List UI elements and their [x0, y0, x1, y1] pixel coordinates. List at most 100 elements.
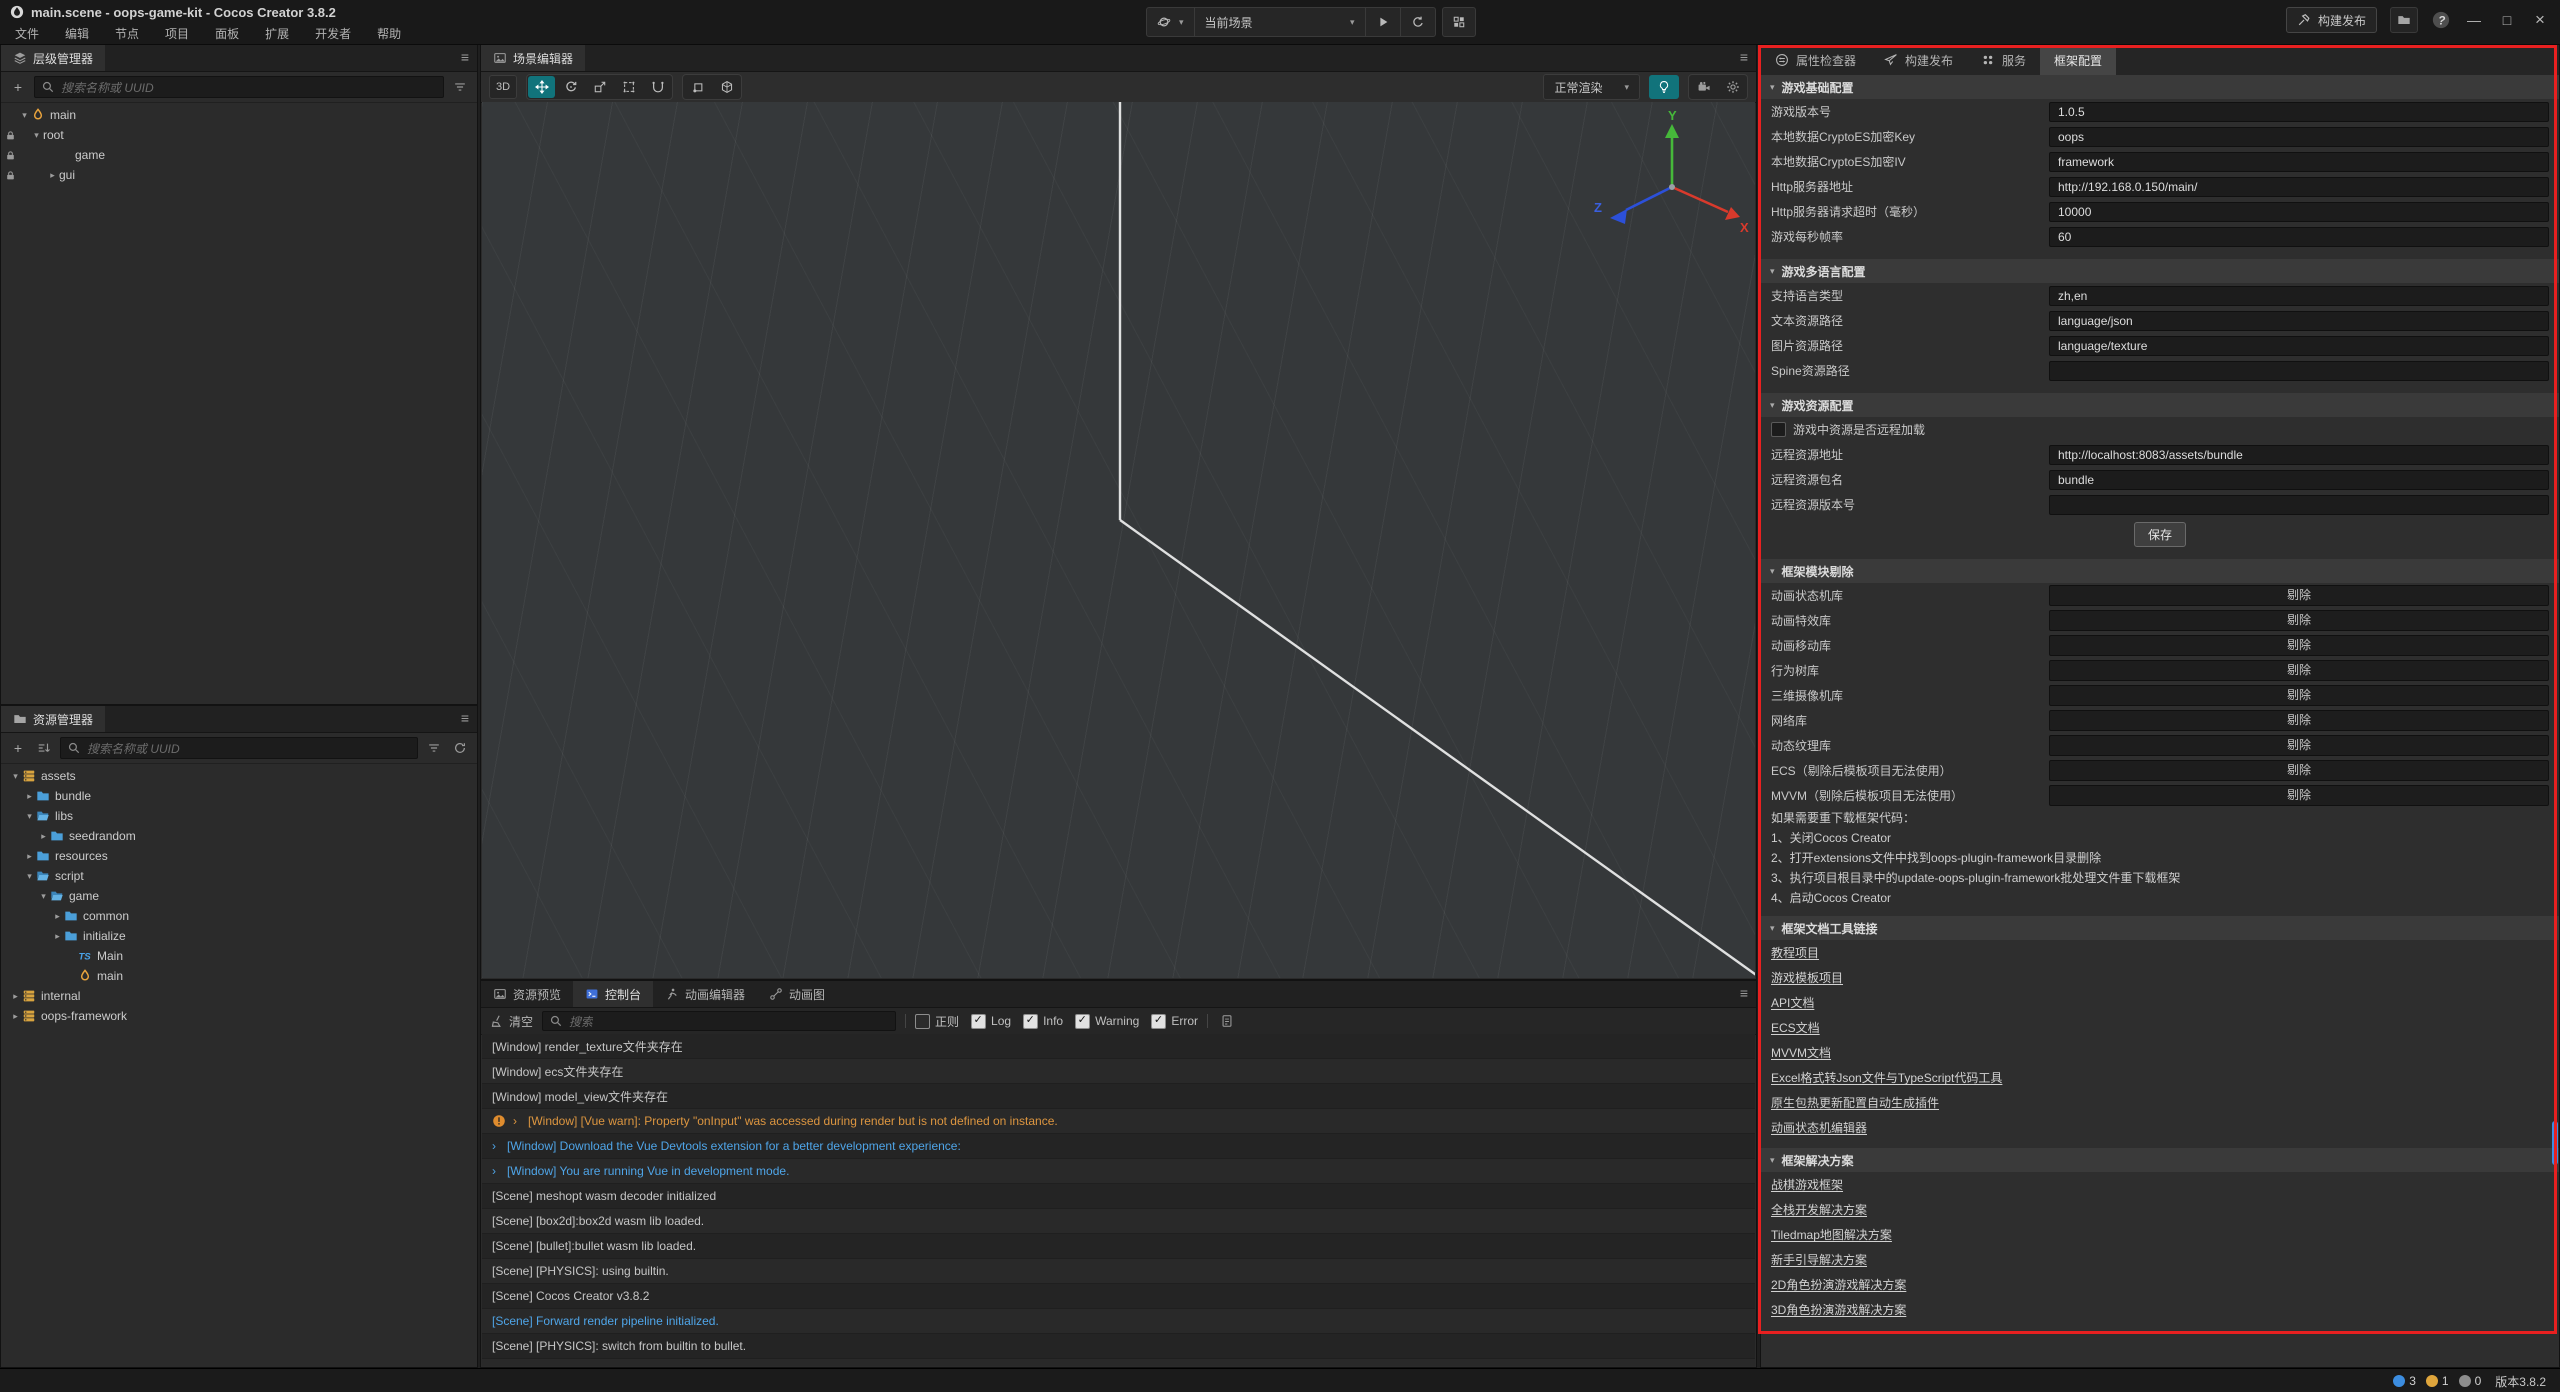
hierarchy-node-row[interactable]: root: [1, 125, 477, 145]
asset-node-row[interactable]: TS Main: [7, 946, 477, 966]
lighting-toggle-button[interactable]: [1649, 75, 1679, 99]
field-input[interactable]: 60: [2049, 227, 2549, 247]
log-row[interactable]: [Scene] [PHYSICS2D]: switch from box2d-w…: [482, 1359, 1755, 1366]
hierarchy-search-input[interactable]: 搜索名称或 UUID: [34, 76, 444, 98]
expand-arrow-icon[interactable]: [46, 170, 59, 181]
gizmo-tool-button[interactable]: [586, 76, 613, 98]
export-log-button[interactable]: [1217, 1011, 1237, 1031]
panel-menu-icon[interactable]: ≡: [461, 710, 469, 726]
expand-arrow-icon[interactable]: [51, 931, 64, 942]
lock-icon[interactable]: [5, 150, 16, 161]
solution-link[interactable]: 全栈开发解决方案: [1771, 1201, 1867, 1218]
expand-arrow-icon[interactable]: [18, 110, 31, 121]
solution-link[interactable]: 2D角色扮演游戏解决方案: [1771, 1276, 1906, 1293]
lock-icon[interactable]: [5, 170, 16, 181]
help-icon[interactable]: ?: [2431, 10, 2451, 30]
asset-node-row[interactable]: libs: [7, 806, 477, 826]
panel-menu-icon[interactable]: ≡: [1740, 985, 1748, 1001]
refresh-assets-button[interactable]: [450, 738, 470, 758]
field-input[interactable]: framework: [2049, 152, 2549, 172]
expand-arrow-icon[interactable]: [492, 1139, 500, 1153]
menu-item[interactable]: 文件: [2, 22, 52, 45]
hierarchy-node-row[interactable]: game: [1, 145, 477, 165]
log-filter-checkbox[interactable]: Error: [1151, 1014, 1198, 1029]
field-input[interactable]: bundle: [2049, 470, 2549, 490]
field-input[interactable]: oops: [2049, 127, 2549, 147]
pivot-tool-button[interactable]: [684, 76, 711, 98]
console-tab[interactable]: 动画编辑器: [653, 981, 757, 1007]
restart-button[interactable]: [1401, 8, 1435, 36]
menu-item[interactable]: 帮助: [364, 22, 414, 45]
expand-arrow-icon[interactable]: [9, 1011, 22, 1022]
inspector-tab[interactable]: 框架配置: [2040, 45, 2116, 75]
log-row[interactable]: [Scene] [PHYSICS]: switch from builtin t…: [482, 1334, 1755, 1359]
status-count[interactable]: 1: [2426, 1374, 2449, 1388]
scene-select[interactable]: 当前场景 ▾: [1195, 8, 1366, 36]
console-tab[interactable]: 动画图: [757, 981, 837, 1007]
field-input[interactable]: language/texture: [2049, 336, 2549, 356]
menu-item[interactable]: 编辑: [52, 22, 102, 45]
remove-module-button[interactable]: 剔除: [2049, 685, 2549, 706]
field-input[interactable]: [2049, 495, 2549, 515]
hierarchy-node-row[interactable]: main: [1, 105, 477, 125]
gizmo-tool-button[interactable]: [528, 76, 555, 98]
hierarchy-filter-button[interactable]: [450, 77, 470, 97]
remove-module-button[interactable]: 剔除: [2049, 710, 2549, 731]
status-count[interactable]: 3: [2393, 1374, 2416, 1388]
menu-item[interactable]: 扩展: [252, 22, 302, 45]
field-input[interactable]: zh,en: [2049, 286, 2549, 306]
log-row[interactable]: [Scene] [PHYSICS]: using builtin.: [482, 1259, 1755, 1284]
console-search-input[interactable]: 搜索: [542, 1011, 896, 1031]
solution-link[interactable]: 3D角色扮演游戏解决方案: [1771, 1301, 1906, 1318]
remove-module-button[interactable]: 剔除: [2049, 635, 2549, 656]
section-header-i18n[interactable]: ▾ 游戏多语言配置: [1761, 259, 2559, 283]
asset-node-row[interactable]: game: [7, 886, 477, 906]
close-button[interactable]: ×: [2530, 10, 2550, 30]
doc-link[interactable]: 原生包热更新配置自动生成插件: [1771, 1094, 1939, 1111]
log-row[interactable]: [Window] ecs文件夹存在: [482, 1059, 1755, 1084]
play-button[interactable]: [1366, 8, 1401, 36]
console-tab[interactable]: 控制台: [573, 981, 653, 1007]
lock-icon[interactable]: [5, 130, 16, 141]
expand-arrow-icon[interactable]: [51, 911, 64, 922]
console-tab[interactable]: 资源预览: [481, 981, 573, 1007]
assets-filter-button[interactable]: [424, 738, 444, 758]
menu-item[interactable]: 项目: [152, 22, 202, 45]
remove-module-button[interactable]: 剔除: [2049, 585, 2549, 606]
inspector-tab[interactable]: 构建发布: [1870, 45, 1967, 75]
asset-node-row[interactable]: internal: [7, 986, 477, 1006]
asset-node-row[interactable]: common: [7, 906, 477, 926]
doc-link[interactable]: API文档: [1771, 994, 1814, 1011]
asset-node-row[interactable]: script: [7, 866, 477, 886]
log-row[interactable]: [Scene] meshopt wasm decoder initialized: [482, 1184, 1755, 1209]
field-input[interactable]: 1.0.5: [2049, 102, 2549, 122]
scene-settings-button[interactable]: [1719, 76, 1746, 98]
expand-arrow-icon[interactable]: [23, 871, 36, 882]
remove-module-button[interactable]: 剔除: [2049, 735, 2549, 756]
expand-arrow-icon[interactable]: [23, 811, 36, 822]
panel-menu-icon[interactable]: ≡: [461, 49, 469, 65]
pivot-tool-button[interactable]: [713, 76, 740, 98]
field-input[interactable]: language/json: [2049, 311, 2549, 331]
sort-assets-button[interactable]: [34, 738, 54, 758]
open-project-folder-button[interactable]: [2390, 7, 2418, 33]
expand-arrow-icon[interactable]: [30, 130, 43, 141]
remove-module-button[interactable]: 剔除: [2049, 785, 2549, 806]
minimize-button[interactable]: —: [2464, 12, 2484, 28]
expand-arrow-icon[interactable]: [37, 891, 50, 902]
inspector-tab[interactable]: 服务: [1967, 45, 2040, 75]
solution-link[interactable]: 战棋游戏框架: [1771, 1176, 1843, 1193]
remove-module-button[interactable]: 剔除: [2049, 610, 2549, 631]
log-filter-checkbox[interactable]: Log: [971, 1014, 1011, 1029]
asset-node-row[interactable]: initialize: [7, 926, 477, 946]
asset-node-row[interactable]: seedrandom: [7, 826, 477, 846]
menu-item[interactable]: 开发者: [302, 22, 364, 45]
build-publish-button[interactable]: 构建发布: [2286, 7, 2377, 33]
preview-browser-select[interactable]: ▾: [1147, 8, 1195, 36]
save-button[interactable]: 保存: [2134, 522, 2186, 547]
log-row[interactable]: [Window] [Vue warn]: Property "onInput" …: [482, 1109, 1755, 1134]
solution-link[interactable]: 新手引导解决方案: [1771, 1251, 1867, 1268]
log-filter-checkbox[interactable]: Info: [1023, 1014, 1063, 1029]
expand-arrow-icon[interactable]: [37, 831, 50, 842]
hierarchy-node-row[interactable]: gui: [1, 165, 477, 185]
